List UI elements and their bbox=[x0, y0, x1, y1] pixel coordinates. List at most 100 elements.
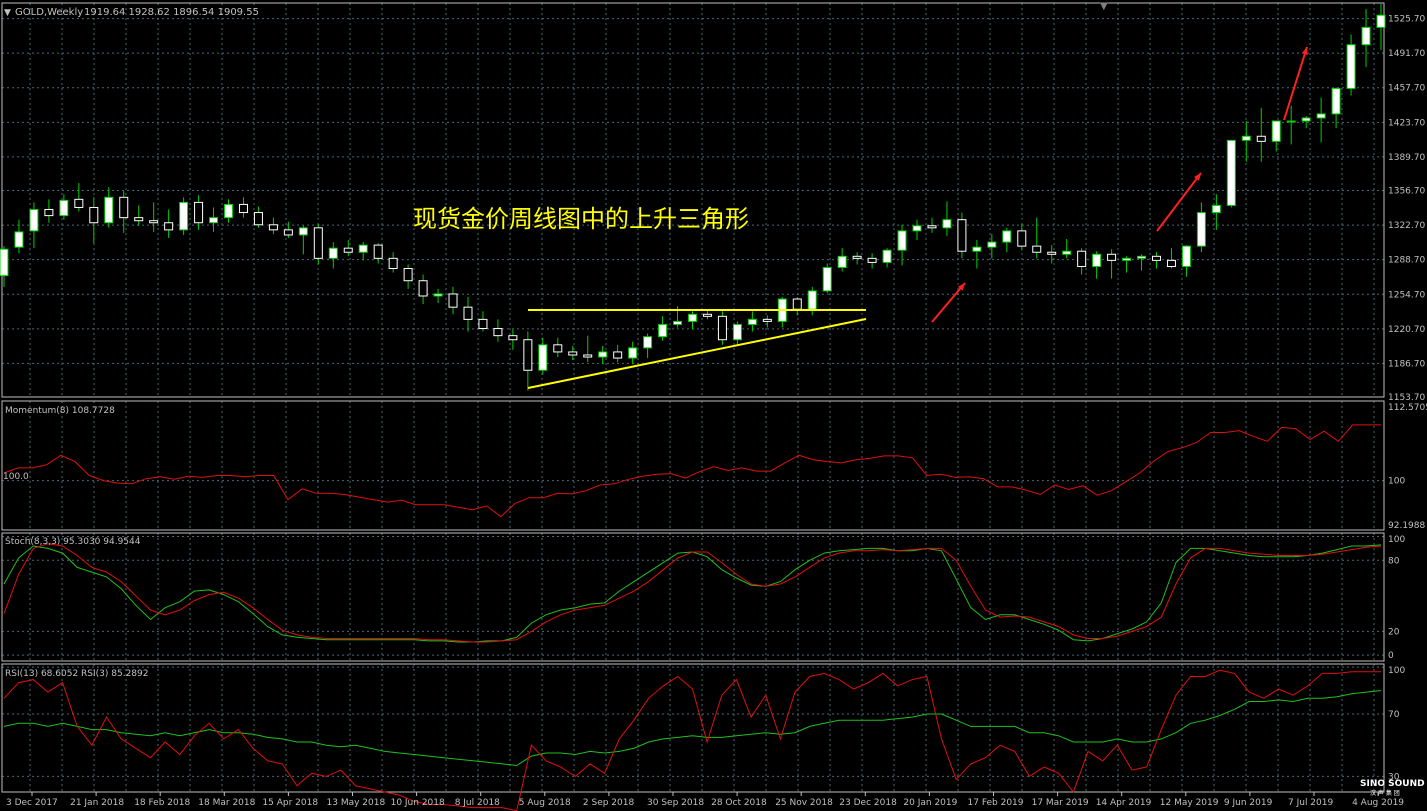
candle-body bbox=[283, 229, 293, 236]
price-axis-tick: 1288.70 bbox=[1388, 256, 1425, 266]
candle-body bbox=[1062, 250, 1072, 255]
price-axis-tick: 1389.70 bbox=[1388, 153, 1425, 163]
candle-body bbox=[224, 203, 234, 219]
stoch-pane-axis-tick: 0 bbox=[1388, 651, 1394, 661]
candle bbox=[59, 194, 69, 220]
candle bbox=[268, 217, 278, 234]
dropdown-triangle-icon[interactable]: ▼ bbox=[4, 8, 11, 18]
series-line-rsi-13- bbox=[3, 690, 1382, 767]
candle bbox=[1256, 107, 1266, 162]
candle-body bbox=[732, 323, 742, 341]
mom-pane-axis-tick: 112.5705 bbox=[1388, 403, 1427, 413]
x-axis-label: 5 Aug 2018 bbox=[519, 798, 571, 808]
candle bbox=[313, 223, 323, 265]
rsi-pane-axis-tick: 70 bbox=[1388, 710, 1400, 720]
candle-body bbox=[1032, 245, 1042, 253]
mom-pane-axis-tick: 100 bbox=[1388, 477, 1405, 487]
x-axis-label: 2 Sep 2018 bbox=[583, 798, 635, 808]
momentum-pane[interactable] bbox=[3, 424, 1381, 518]
candle-body bbox=[74, 198, 84, 208]
candle bbox=[1107, 249, 1117, 279]
candle-body bbox=[912, 225, 922, 232]
x-axis-label: 10 Jun 2018 bbox=[391, 798, 445, 808]
candle-body bbox=[508, 335, 518, 341]
candle-body bbox=[852, 255, 862, 259]
candle bbox=[343, 240, 353, 257]
candle-body bbox=[89, 206, 99, 224]
stoch-label: Stoch(8,3,3) 95.3030 94.9544 bbox=[5, 537, 141, 547]
candle bbox=[598, 345, 608, 365]
candle bbox=[1196, 202, 1206, 253]
candle-body bbox=[448, 293, 458, 308]
stochastic-pane[interactable] bbox=[3, 543, 1382, 643]
candle bbox=[732, 321, 742, 346]
symbol-label: GOLD,Weekly bbox=[15, 7, 83, 18]
candle bbox=[388, 252, 398, 273]
x-axis-label: 8 Jul 2018 bbox=[455, 798, 500, 808]
rsi-pane[interactable] bbox=[3, 669, 1382, 811]
candle-body bbox=[702, 313, 712, 317]
candle-body bbox=[1316, 113, 1326, 119]
momentum-left-tick: 100.0 bbox=[3, 472, 29, 482]
candle bbox=[14, 219, 24, 254]
candle-body bbox=[568, 351, 578, 356]
price-axis-tick: 1457.70 bbox=[1388, 84, 1425, 94]
candle bbox=[717, 311, 727, 345]
x-axis-label: 30 Sep 2018 bbox=[647, 798, 704, 808]
candle-body bbox=[867, 257, 877, 263]
candle bbox=[867, 253, 877, 269]
candle bbox=[74, 183, 84, 212]
candle-body bbox=[194, 201, 204, 224]
candle bbox=[1271, 120, 1281, 152]
candle bbox=[1316, 97, 1326, 143]
arrow-shaft bbox=[931, 282, 966, 323]
candle bbox=[209, 207, 219, 232]
candle bbox=[927, 217, 937, 233]
candle-body bbox=[523, 339, 533, 371]
candle-body bbox=[1017, 230, 1027, 247]
candle bbox=[957, 212, 967, 259]
candle-body bbox=[1331, 87, 1341, 115]
candle bbox=[912, 219, 922, 241]
candle bbox=[628, 341, 638, 365]
candle bbox=[0, 246, 9, 287]
price-pane[interactable] bbox=[0, 4, 1386, 391]
candle bbox=[852, 252, 862, 265]
candle bbox=[328, 242, 338, 269]
price-axis-tick: 1153.70 bbox=[1388, 393, 1425, 403]
candle-body bbox=[209, 217, 219, 224]
candle-body bbox=[14, 231, 24, 248]
candle-body bbox=[179, 201, 189, 231]
candle-body bbox=[44, 209, 54, 217]
scroll-marker-icon[interactable]: ▼ bbox=[1100, 1, 1108, 12]
candle bbox=[987, 233, 997, 259]
candle-body bbox=[238, 203, 248, 214]
candle-body bbox=[343, 247, 353, 253]
x-axis-label: 17 Mar 2019 bbox=[1032, 798, 1089, 808]
x-axis-label: 18 Mar 2018 bbox=[198, 798, 255, 808]
candle-body bbox=[1047, 251, 1057, 255]
candle-body bbox=[1346, 44, 1356, 89]
svg-text:SINO SOUND: SINO SOUND bbox=[1360, 779, 1425, 789]
candle-body bbox=[388, 257, 398, 270]
candle-body bbox=[403, 268, 413, 282]
candle bbox=[44, 199, 54, 223]
pane-frame-price bbox=[1, 2, 1385, 398]
price-axis-tick: 1322.70 bbox=[1388, 221, 1425, 231]
candle-body bbox=[119, 196, 129, 219]
candle bbox=[448, 286, 458, 315]
x-axis-label: 13 May 2018 bbox=[327, 798, 386, 808]
x-axis-label: 17 Feb 2019 bbox=[968, 798, 1024, 808]
candle-body bbox=[1122, 257, 1132, 261]
candle-body bbox=[1226, 139, 1236, 206]
candle bbox=[523, 331, 533, 391]
candle bbox=[373, 243, 383, 264]
candle bbox=[643, 333, 653, 359]
candle bbox=[1241, 121, 1251, 162]
candle-body bbox=[149, 220, 159, 224]
candle-body bbox=[253, 212, 263, 226]
candle bbox=[1346, 34, 1356, 96]
candle bbox=[762, 315, 772, 328]
pane-frames bbox=[1, 2, 1385, 793]
candle bbox=[777, 296, 787, 328]
